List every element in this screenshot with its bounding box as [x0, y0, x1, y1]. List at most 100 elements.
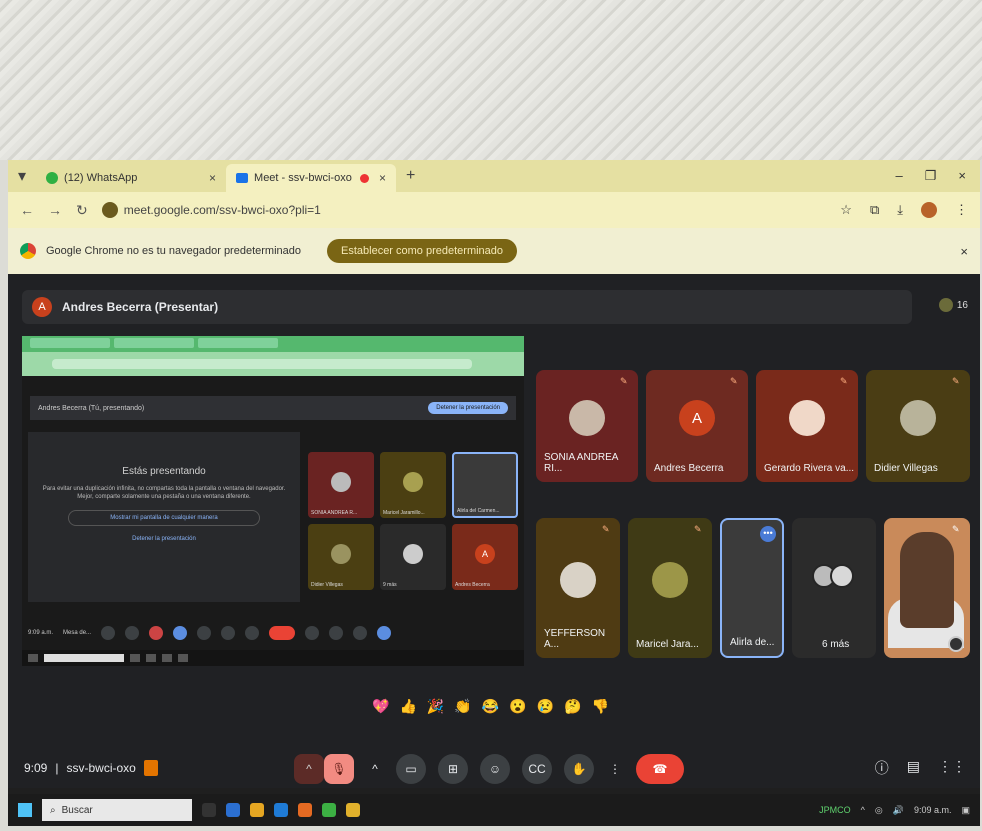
more-participants-label: 6 más — [822, 639, 850, 650]
reaction-thumbs-down[interactable]: 👎 — [592, 698, 609, 715]
network-icon[interactable]: ◎ — [875, 805, 883, 816]
captions-button[interactable]: CC — [522, 754, 552, 784]
profile-avatar[interactable] — [921, 202, 937, 218]
task-view-icon[interactable] — [202, 803, 216, 817]
participant-tile[interactable]: ✎ Didier Villegas — [866, 370, 970, 482]
volume-icon[interactable]: 🔊 — [893, 805, 904, 816]
participant-name: Maricel Jara... — [636, 639, 699, 650]
browser-tab-strip: ▾ (12) WhatsApp × Meet - ssv-bwci-oxo × … — [8, 160, 980, 192]
reaction-surprised[interactable]: 😮 — [509, 698, 526, 715]
download-icon[interactable]: ⤓ — [897, 202, 903, 218]
reaction-thumbs-up[interactable]: 👍 — [399, 698, 416, 715]
tray-chevron-icon[interactable]: ^ — [861, 805, 865, 815]
participant-tile[interactable]: ••• Alirla de... — [720, 518, 784, 658]
mic-muted-icon: ✎ — [602, 524, 610, 534]
windows-start-icon[interactable] — [18, 803, 32, 817]
close-tab-icon[interactable]: × — [379, 171, 386, 185]
activities-grid-icon[interactable]: ⋮⋮ — [938, 758, 966, 778]
tray-time: 9:09 a.m. — [913, 805, 952, 815]
pip-icon[interactable] — [948, 636, 964, 652]
forward-icon[interactable]: → — [48, 202, 62, 218]
present-screen-button[interactable]: ⊞ — [438, 754, 468, 784]
participant-avatar — [900, 400, 936, 436]
menu-kebab-icon[interactable]: ⋮ — [955, 202, 968, 218]
tray-label: JPMCO — [819, 805, 851, 815]
window-controls: – ❐ × — [896, 168, 980, 184]
new-tab-button[interactable]: + — [396, 167, 425, 185]
reaction-laugh[interactable]: 😂 — [482, 698, 499, 715]
shared-time: 9:09 a.m. — [28, 630, 54, 636]
info-icon[interactable]: ⓘ — [875, 758, 889, 778]
chat-icon[interactable]: ▤ — [907, 758, 920, 778]
minimize-icon[interactable]: – — [896, 168, 903, 184]
shared-taskbar — [22, 650, 524, 666]
reload-icon[interactable]: ↻ — [76, 202, 88, 219]
more-participants-tile[interactable]: 6 más — [792, 518, 876, 658]
files-icon[interactable] — [250, 803, 264, 817]
shared-presenter-bar: Andres Becerra (Tú, presentando) Detener… — [30, 396, 516, 420]
reaction-thinking[interactable]: 🤔 — [564, 698, 581, 715]
raise-hand-button[interactable]: ✋ — [564, 754, 594, 784]
reaction-heart[interactable]: 💖 — [372, 698, 389, 715]
reaction-sad[interactable]: 😢 — [537, 698, 554, 715]
tab-whatsapp-label: (12) WhatsApp — [64, 172, 138, 184]
activity-icon[interactable] — [143, 760, 158, 776]
store-icon[interactable] — [274, 803, 288, 817]
explorer-icon[interactable] — [346, 803, 360, 817]
shared-tile: 9 más — [380, 524, 446, 590]
bookmark-star-icon[interactable]: ☆ — [840, 202, 852, 218]
audio-options-chevron-icon[interactable]: ^ — [294, 754, 324, 784]
shared-tile: Maricel Jaramillo... — [380, 452, 446, 518]
reaction-party[interactable]: 🎉 — [427, 698, 444, 715]
participant-name: Gerardo Rivera va... — [764, 463, 855, 474]
show-anyway-button: Mostrar mi pantalla de cualquier manera — [68, 509, 260, 526]
participant-name: Alirla de... — [730, 637, 775, 648]
tab-search-icon[interactable]: ▾ — [8, 166, 36, 186]
emoji-button[interactable]: ☺ — [480, 754, 510, 784]
presenter-avatar: A — [32, 297, 52, 317]
photo-background — [0, 0, 982, 160]
firefox-icon[interactable] — [298, 803, 312, 817]
participant-name: Didier Villegas — [874, 463, 938, 474]
back-icon[interactable]: ← — [20, 202, 34, 218]
chrome-logo-icon — [20, 243, 36, 259]
recording-icon — [360, 173, 370, 183]
chrome-app-icon[interactable] — [322, 803, 336, 817]
notifications-icon[interactable]: ▣ — [961, 805, 970, 816]
camera-button[interactable]: ▭ — [396, 754, 426, 784]
presenter-label: Andres Becerra (Presentar) — [62, 300, 219, 314]
address-bar[interactable]: meet.google.com/ssv-bwci-oxo?pli=1 — [101, 197, 822, 223]
edge-icon[interactable] — [226, 803, 240, 817]
close-window-icon[interactable]: × — [958, 168, 966, 184]
video-options-chevron-icon[interactable]: ^ — [366, 754, 384, 784]
more-options-icon[interactable]: ••• — [760, 526, 776, 542]
presenting-description: Para evitar una duplicación infinita, no… — [42, 486, 286, 501]
reaction-clap[interactable]: 👏 — [454, 698, 471, 715]
participant-tile[interactable]: ✎ Maricel Jara... — [628, 518, 712, 658]
participant-tile[interactable]: ✎ Gerardo Rivera va... — [756, 370, 858, 482]
self-video-tile: ✎ — [884, 518, 970, 658]
participants-avatars — [812, 564, 854, 588]
site-info-icon[interactable] — [101, 202, 118, 218]
control-buttons: ^ 🎙 ^ ▭ ⊞ ☺ CC ✋ ⋮ ☎ — [294, 750, 684, 788]
tab-meet[interactable]: Meet - ssv-bwci-oxo × — [226, 164, 397, 192]
set-default-button[interactable]: Establecer como predeterminado — [327, 239, 518, 263]
extensions-icon[interactable]: ⧉ — [870, 202, 879, 218]
participant-tile[interactable]: ✎ YEFFERSON A... — [536, 518, 620, 658]
close-tab-icon[interactable]: × — [209, 171, 216, 185]
maximize-icon[interactable]: ❐ — [925, 168, 937, 184]
taskbar-search[interactable]: ⌕ Buscar — [42, 799, 192, 821]
browser-toolbar: ← → ↻ meet.google.com/ssv-bwci-oxo?pli=1… — [8, 192, 980, 228]
participant-tile[interactable]: ✎ SONIA ANDREA RI... — [536, 370, 638, 482]
participants-indicator[interactable]: 16 — [938, 298, 968, 312]
leave-call-button[interactable]: ☎ — [636, 754, 684, 784]
system-tray: JPMCO ^ ◎ 🔊 9:09 a.m. ▣ — [819, 805, 970, 816]
presenting-title: Estás presentando — [122, 466, 206, 477]
side-controls: ⓘ ▤ ⋮⋮ — [875, 758, 966, 778]
mic-off-button[interactable]: 🎙 — [324, 754, 354, 784]
more-options-icon[interactable]: ⋮ — [606, 754, 624, 784]
meeting-time: 9:09 — [24, 761, 48, 775]
close-infobar-icon[interactable]: × — [960, 244, 968, 259]
participant-tile[interactable]: ✎ A Andres Becerra — [646, 370, 748, 482]
tab-whatsapp[interactable]: (12) WhatsApp × — [36, 164, 226, 192]
